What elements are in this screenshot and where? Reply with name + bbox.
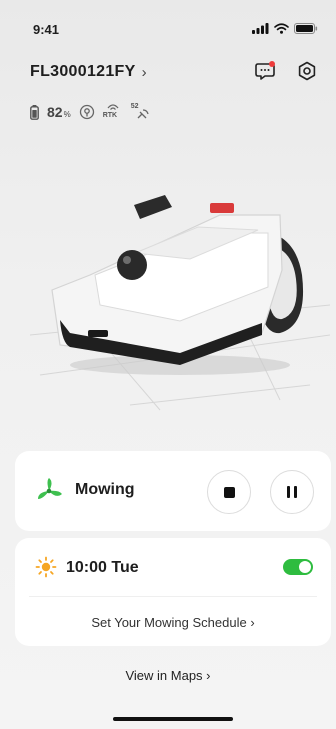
settings-button[interactable] bbox=[296, 60, 318, 82]
device-stats: 82% RTK 52 bbox=[30, 103, 151, 121]
status-time: 9:41 bbox=[33, 22, 60, 37]
gear-icon bbox=[298, 61, 316, 81]
rtk-antenna-icon bbox=[107, 104, 119, 110]
satellite-icon bbox=[137, 109, 149, 119]
battery-status-icon bbox=[294, 23, 318, 34]
battery-icon bbox=[30, 104, 39, 120]
cellular-indicator: 52 bbox=[131, 103, 151, 121]
sun-icon bbox=[35, 556, 57, 578]
pause-icon bbox=[287, 486, 297, 498]
divider bbox=[29, 596, 317, 597]
chevron-right-icon: › bbox=[141, 63, 147, 81]
robot-mower-icon bbox=[29, 195, 331, 411]
mower-image bbox=[29, 175, 331, 415]
messages-button[interactable] bbox=[254, 60, 276, 82]
cellular-signal-icon bbox=[252, 23, 269, 34]
gps-signal-icon bbox=[79, 104, 94, 120]
set-schedule-link[interactable]: Set Your Mowing Schedule › bbox=[15, 615, 331, 630]
stop-icon bbox=[223, 486, 235, 498]
rtk-label: RTK bbox=[102, 112, 118, 119]
status-icons bbox=[252, 23, 318, 34]
status-bar: 9:41 bbox=[0, 0, 336, 44]
mowing-status-card: Mowing bbox=[15, 451, 331, 531]
schedule-toggle[interactable] bbox=[283, 559, 313, 575]
app-screen: 9:41 FL3000121FY › 82% RTK 52 Mowing 10:… bbox=[0, 0, 336, 729]
top-actions bbox=[254, 60, 318, 82]
mowing-blade-icon bbox=[38, 478, 62, 499]
device-selector[interactable]: FL3000121FY › bbox=[30, 63, 147, 81]
battery-percentage: 82% bbox=[47, 104, 71, 120]
pause-button[interactable] bbox=[270, 470, 314, 514]
view-in-maps-link[interactable]: View in Maps › bbox=[0, 668, 336, 683]
device-name: FL3000121FY bbox=[30, 63, 136, 80]
mowing-status-label: Mowing bbox=[75, 481, 135, 498]
rtk-indicator: RTK bbox=[103, 103, 123, 121]
stop-button[interactable] bbox=[207, 470, 251, 514]
battery-value: 82 bbox=[47, 104, 63, 120]
battery-unit: % bbox=[63, 110, 71, 119]
schedule-card: 10:00 Tue Set Your Mowing Schedule › bbox=[15, 538, 331, 646]
toggle-knob bbox=[299, 561, 311, 573]
schedule-time: 10:00 Tue bbox=[66, 559, 139, 576]
wifi-icon bbox=[274, 23, 289, 34]
home-indicator[interactable] bbox=[113, 717, 233, 721]
notification-dot bbox=[269, 61, 275, 67]
